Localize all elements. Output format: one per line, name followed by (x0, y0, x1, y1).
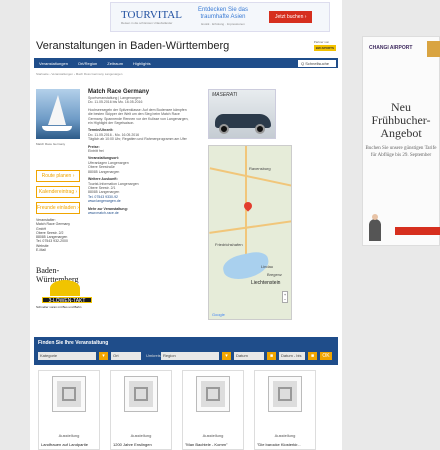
event-description: Hochseesegeln der Spitzenklasse: Auf dem… (88, 107, 189, 126)
ad-cta-button[interactable]: Jetzt buchen › (269, 11, 313, 23)
event-website-link[interactable]: www.match-race.de (88, 211, 192, 215)
calendar-button[interactable]: Kalendereintrag › (36, 186, 80, 198)
main-nav: Veranstaltungen Ort/Region Zeitraum High… (34, 58, 338, 68)
event-card[interactable]: Ausstellung Landfrauen auf Landpartie (38, 370, 100, 450)
map-road (209, 220, 291, 234)
event-cards: Ausstellung Landfrauen auf Landpartie Au… (38, 370, 338, 450)
event-finder: Finden Sie Ihre Veranstaltung Kategorie … (34, 337, 338, 365)
event-photo[interactable] (36, 89, 80, 139)
right-sidebar-ad[interactable]: CHANGI AIRPORT Neu Frühbucher-Angebot Bu… (362, 36, 440, 246)
route-button[interactable]: Route planen › (36, 170, 80, 182)
person-image (369, 214, 381, 241)
hull-shape (42, 126, 72, 131)
quick-search-input[interactable]: Q Schnellsuche (298, 59, 336, 67)
location-map[interactable]: Ravensburg Friedrichshafen Lindau Bregen… (208, 145, 292, 320)
category-dropdown-button[interactable]: ▾ (99, 351, 108, 360)
bw-slogan: Schneller voran mit Bus und Bahn (36, 305, 82, 309)
top-banner-ad[interactable]: TOURVITAL Reisen in die schönsten Urlaubs… (110, 2, 330, 32)
organizer-contact: Veranstalter: Match Race Germany GmbH Ob… (36, 218, 80, 252)
ort-input[interactable]: Ort (111, 351, 141, 360)
umkreis-label: Umkreis (144, 351, 161, 360)
nav-item-veranstaltungen[interactable]: Veranstaltungen (34, 61, 73, 66)
partner-badge[interactable]: Partner von BW-SPORTS (313, 40, 336, 51)
airline-logo (427, 41, 440, 57)
breadcrumb: Startseite › Veranstaltungen › Mach Ross… (36, 72, 123, 76)
event-card[interactable]: Ausstellung 1200 Jahre Enslingen (110, 370, 172, 450)
event-title: Match Race Germany (88, 89, 150, 95)
date-to-input[interactable]: Datum - bis (279, 351, 305, 360)
event-details: Match Race Germany Sportveranstaltung | … (88, 89, 192, 215)
nav-item-ort[interactable]: Ort/Region (73, 61, 102, 66)
event-card[interactable]: Ausstellung "Die barocke Klosterkir... (254, 370, 316, 450)
lion-icon (50, 280, 80, 296)
finder-title: Finden Sie Ihre Veranstaltung (38, 340, 109, 346)
ad-slogan: Entdecken Sie das traumhafte Asien Exotik… (197, 6, 249, 26)
ad-subtext: Buchen Sie unsere günstigen Tarife für A… (365, 146, 437, 158)
ad-button[interactable] (395, 227, 440, 235)
image-placeholder-icon (52, 376, 86, 412)
nav-item-zeitraum[interactable]: Zeitraum (102, 61, 128, 66)
region-dropdown-button[interactable]: ▾ (222, 351, 231, 360)
page-title: Veranstaltungen in Baden-Württemberg (36, 40, 230, 52)
info-website-link[interactable]: www.langenargen.de (88, 199, 192, 203)
tourvital-logo: TOURVITAL Reisen in die schönsten Urlaubs… (121, 9, 182, 25)
sail-shape (48, 95, 66, 125)
event-date: Do. 11.05.2016 bis Mo. 16.05.2016 (88, 100, 143, 105)
photo-caption: Match Race Germany (36, 142, 66, 146)
bw-3loewen-ad[interactable]: Baden-Württemberg 3-LÖWEN-TAKT Schneller… (36, 266, 98, 309)
email-link[interactable]: E-Mail (36, 248, 80, 252)
page-header: Veranstaltungen in Baden-Württemberg Par… (34, 38, 338, 55)
date-from-calendar-icon[interactable]: ■ (267, 351, 276, 360)
image-placeholder-icon (124, 376, 158, 412)
image-placeholder-icon (268, 376, 302, 412)
date-to-calendar-icon[interactable]: ■ (308, 351, 317, 360)
nav-item-highlights[interactable]: Highlights (128, 61, 156, 66)
zoom-control[interactable]: + − (282, 291, 288, 303)
car-wheel (219, 124, 229, 134)
changi-logo: CHANGI AIRPORT (369, 45, 413, 51)
ad-headline: Neu Frühbucher-Angebot (371, 100, 431, 140)
image-placeholder-icon (196, 376, 230, 412)
region-select[interactable]: Region (161, 351, 219, 360)
date-from-input[interactable]: Datum (234, 351, 264, 360)
maserati-logo: MASERATI (212, 92, 238, 98)
takt-label: 3-LÖWEN-TAKT (42, 297, 92, 304)
google-logo: Google (212, 312, 225, 317)
invite-button[interactable]: Freunde einladen › (36, 202, 80, 214)
category-select[interactable]: Kategorie (38, 351, 96, 360)
event-card[interactable]: Ausstellung "Man Bachtele - Komm" (182, 370, 244, 450)
car-wheel (255, 124, 265, 134)
search-ok-button[interactable]: OK (320, 351, 332, 360)
page: TOURVITAL Reisen in die schönsten Urlaubs… (30, 0, 342, 450)
maserati-ad[interactable]: MASERATI (208, 89, 276, 139)
